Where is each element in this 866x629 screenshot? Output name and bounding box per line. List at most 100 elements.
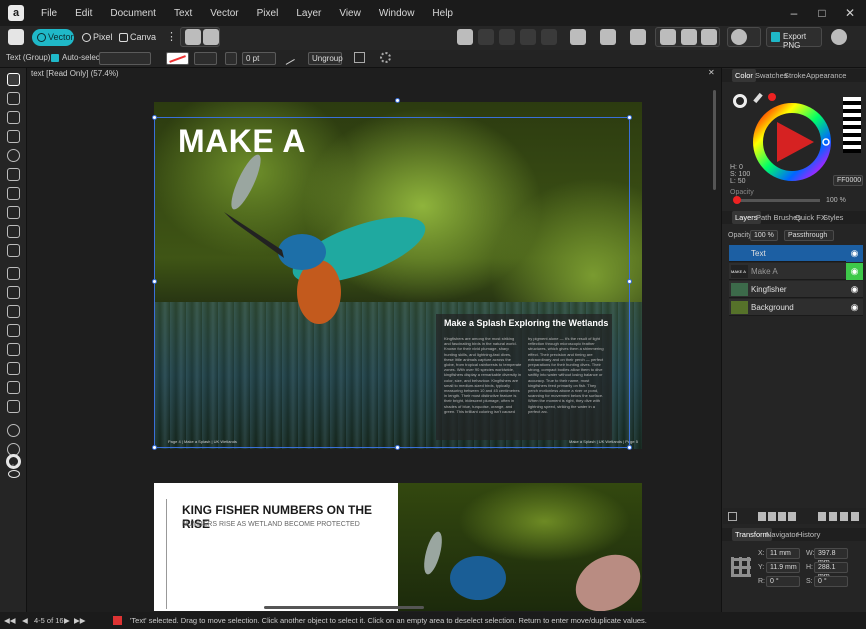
resize-handle-tr[interactable]	[627, 115, 632, 120]
vector-studio-button[interactable]: Vector	[32, 29, 74, 46]
stroke-width-input[interactable]: 0 pt	[242, 52, 276, 65]
fill-swatch[interactable]	[166, 52, 189, 65]
tab-swatches[interactable]: Swatches	[755, 69, 788, 82]
maximize-icon[interactable]: □	[808, 0, 836, 26]
hand-tool-icon[interactable]	[7, 424, 20, 437]
opacity-slider[interactable]	[736, 199, 820, 202]
auto-select-checkbox[interactable]	[51, 54, 59, 62]
anchor-point-grid[interactable]	[731, 557, 751, 577]
color-triangle[interactable]	[777, 122, 814, 162]
settings-gear-icon[interactable]	[380, 52, 391, 63]
brush-tool-icon[interactable]	[7, 206, 20, 219]
menu-help[interactable]: Help	[423, 8, 462, 19]
pencil-tool-icon[interactable]	[7, 187, 20, 200]
flip-horizontal-icon[interactable]	[600, 29, 616, 45]
pen-tool-icon[interactable]	[7, 168, 20, 181]
layer-row[interactable]: Text ◉	[729, 245, 863, 262]
menu-document[interactable]: Document	[101, 8, 165, 19]
fill-well-icon[interactable]	[733, 94, 747, 108]
app-logo[interactable]: a	[8, 5, 24, 21]
minimize-icon[interactable]: –	[780, 0, 808, 26]
close-document-icon[interactable]: ✕	[708, 68, 715, 77]
y-input[interactable]: 11.9 mm	[766, 562, 800, 573]
current-color-dot[interactable]	[768, 93, 776, 101]
page-indicator[interactable]: 4-5 of 16	[34, 612, 64, 629]
vector-warp-tool-icon[interactable]	[7, 149, 20, 162]
opacity-slider-knob[interactable]	[733, 196, 741, 204]
menu-view[interactable]: View	[330, 8, 370, 19]
menu-edit[interactable]: Edit	[66, 8, 101, 19]
slice-tool-icon[interactable]	[7, 362, 20, 375]
shear-input[interactable]: 0 °	[814, 576, 848, 587]
last-page-icon[interactable]: ▶▶	[74, 612, 86, 629]
visibility-eye-icon[interactable]: ◉	[846, 281, 863, 298]
layer-row[interactable]: Kingfisher ◉	[729, 281, 863, 298]
color-wheel[interactable]	[752, 102, 832, 182]
transparency-tool-icon[interactable]	[7, 244, 20, 257]
canva-ai-button[interactable]: Canva AI	[114, 29, 162, 59]
pixel-studio-button[interactable]: Pixel	[77, 29, 113, 46]
visibility-eye-icon[interactable]: ◉	[846, 299, 863, 316]
arrange-forward-icon[interactable]	[701, 29, 717, 45]
layer-action-icons[interactable]	[818, 512, 860, 521]
move-tool-icon[interactable]	[7, 73, 20, 86]
boolean-subtract-icon[interactable]	[478, 29, 494, 45]
group-icon[interactable]	[354, 52, 365, 63]
visibility-eye-icon[interactable]: ◉	[846, 263, 863, 280]
resize-handle-tl[interactable]	[152, 115, 157, 120]
layer-opacity-input[interactable]: 100 %	[750, 230, 778, 241]
align-icon[interactable]	[630, 29, 646, 45]
stroke-style-icon[interactable]	[225, 52, 237, 65]
artboard-tool-icon[interactable]	[7, 92, 20, 105]
width-input[interactable]: 397.8 mm	[814, 548, 848, 566]
close-icon[interactable]: ✕	[836, 0, 864, 26]
ungroup-button[interactable]: Ungroup	[308, 52, 343, 65]
tab-styles[interactable]: Styles	[823, 211, 843, 224]
resize-handle-right[interactable]	[627, 279, 632, 284]
page2-kingfisher-image[interactable]	[398, 483, 642, 611]
corner-tool-icon[interactable]	[7, 130, 20, 143]
boolean-add-icon[interactable]	[457, 29, 473, 45]
arrange-front-icon[interactable]	[681, 29, 697, 45]
first-page-icon[interactable]: ◀◀	[4, 612, 16, 629]
prev-page-icon[interactable]: ◀	[22, 612, 28, 629]
page2-subtitle[interactable]: NUMBERS RISE AS WETLAND BECOME PROTECTED	[182, 521, 360, 528]
document-tab[interactable]: text [Read Only] (57.4%) ✕	[28, 68, 720, 81]
layer-row[interactable]: MAKE A Make A ◉	[729, 263, 863, 280]
selection-mode-group[interactable]	[99, 52, 151, 65]
menu-window[interactable]: Window	[370, 8, 424, 19]
hex-input[interactable]: FF0000	[833, 175, 863, 186]
menu-pixel[interactable]: Pixel	[248, 8, 288, 19]
recent-colors-strip[interactable]	[843, 97, 861, 153]
x-input[interactable]: 11 mm	[766, 548, 800, 559]
tab-navigator[interactable]: Navigator	[766, 528, 798, 541]
layer-row[interactable]: Background ◉	[729, 299, 863, 316]
stroke-swatch[interactable]	[194, 52, 217, 65]
account-icon[interactable]	[831, 29, 847, 45]
resize-handle-br[interactable]	[627, 445, 632, 450]
blend-mode-select[interactable]: Passthrough	[784, 230, 834, 241]
boolean-intersect-icon[interactable]	[499, 29, 515, 45]
tab-appearance[interactable]: Appearance	[806, 69, 846, 82]
layer-effects-icons[interactable]	[758, 512, 796, 521]
page-spread-2[interactable]: KING FISHER NUMBERS ON THE RISE NUMBERS …	[154, 483, 642, 611]
horizontal-scrollbar[interactable]	[264, 606, 424, 609]
rectangle-tool-icon[interactable]	[7, 267, 20, 280]
tab-quick-fx[interactable]: Quick FX	[795, 211, 826, 224]
node-tool-icon[interactable]	[7, 111, 20, 124]
rotation-input[interactable]: 0 °	[766, 576, 800, 587]
link-icon[interactable]	[185, 29, 201, 45]
resize-handle-bottom[interactable]	[395, 445, 400, 450]
text-tool-icon[interactable]	[7, 286, 20, 299]
menu-file[interactable]: File	[32, 8, 66, 19]
resize-handle-bl[interactable]	[152, 445, 157, 450]
studio-icon[interactable]	[8, 29, 24, 45]
frame-text-tool-icon[interactable]	[7, 305, 20, 318]
export-button[interactable]: Export PNG	[766, 27, 822, 50]
height-input[interactable]: 288.1 mm	[814, 562, 848, 580]
place-image-tool-icon[interactable]	[7, 343, 20, 356]
rotate-handle[interactable]	[395, 98, 400, 103]
more-options-icon[interactable]: ⋮	[166, 30, 177, 43]
grid-icon[interactable]	[203, 29, 219, 45]
resize-handle-left[interactable]	[152, 279, 157, 284]
